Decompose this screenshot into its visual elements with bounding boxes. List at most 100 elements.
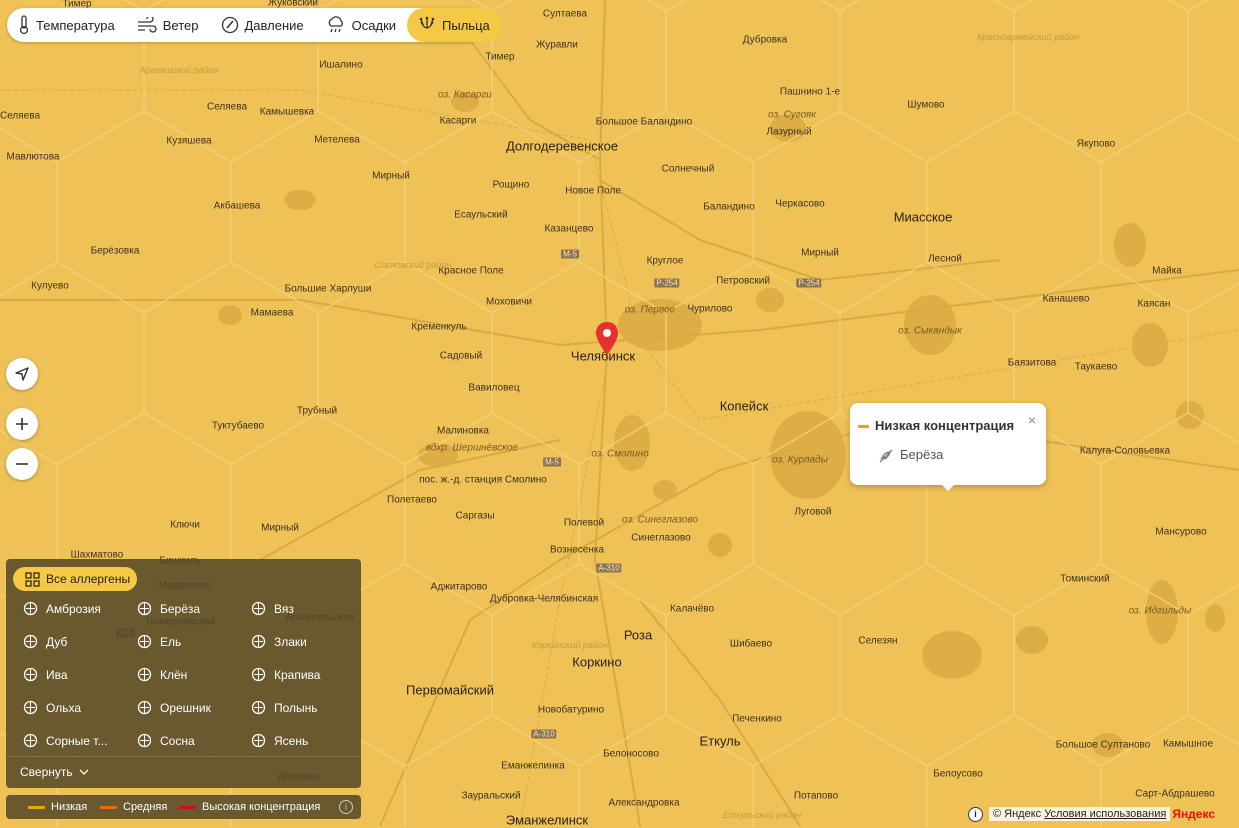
allergen-alder-button[interactable]: Ольха <box>22 699 81 716</box>
place-label: Кременкуль <box>411 321 467 333</box>
allergen-nettle-button[interactable]: Крапива <box>250 666 320 683</box>
place-label: Селяева <box>206 101 248 113</box>
location-pin-icon[interactable] <box>596 322 618 356</box>
plus-icon <box>16 418 28 430</box>
allergen-label: Ольха <box>46 700 81 715</box>
place-label: Шибаево <box>729 638 773 650</box>
allergen-label: Ясень <box>274 733 309 748</box>
allergen-label: Берёза <box>160 601 201 616</box>
road-shield: M-5 <box>561 249 579 259</box>
place-label: пос. ж.-д. станция Смолино <box>419 474 547 486</box>
place-label: Еткуль <box>699 733 741 749</box>
layer-precipitation-button[interactable]: Осадки <box>315 8 407 42</box>
place-label: Рощино <box>492 179 530 191</box>
birch-icon <box>879 449 893 463</box>
place-label: Мамаева <box>250 307 294 319</box>
place-label: Синеглазово <box>631 532 691 544</box>
place-label: Чурилово <box>687 303 733 315</box>
wormwood-icon <box>251 700 266 715</box>
water-label: оз. Смолино <box>591 448 649 460</box>
allergen-label: Злаки <box>274 634 307 649</box>
allergen-elm-button[interactable]: Вяз <box>250 600 294 617</box>
geolocation-button[interactable] <box>6 358 38 390</box>
place-label: Акбашева <box>213 200 261 212</box>
place-label: Берёзовка <box>90 245 140 257</box>
allergen-hazel-button[interactable]: Орешник <box>136 699 211 716</box>
minus-icon <box>16 463 28 465</box>
place-label: Первомайский <box>406 682 494 698</box>
allergen-grass-button[interactable]: Злаки <box>250 633 307 650</box>
place-label: Роза <box>623 627 653 643</box>
place-label: Луговой <box>794 506 832 518</box>
road-shield: P-254 <box>796 278 822 288</box>
navigation-arrow-icon <box>15 367 29 381</box>
place-label: Кулуево <box>31 280 69 292</box>
place-label: Садовый <box>439 350 483 362</box>
place-label: Трубный <box>296 405 338 417</box>
water-label: оз. Сыкандык <box>898 325 962 337</box>
willow-icon <box>23 667 38 682</box>
allergen-maple-button[interactable]: Клён <box>136 666 187 683</box>
allergen-wormwood-button[interactable]: Полынь <box>250 699 318 716</box>
layer-wind-button[interactable]: Ветер <box>126 8 210 42</box>
elm-icon <box>251 601 266 616</box>
pressure-gauge-icon <box>221 16 238 34</box>
info-icon[interactable]: i <box>968 806 983 822</box>
allergen-spruce-button[interactable]: Ель <box>136 633 181 650</box>
zoom-in-button[interactable] <box>6 408 38 440</box>
place-label: Мирный <box>261 522 299 534</box>
place-label: Новобатурино <box>537 704 605 716</box>
close-icon[interactable]: × <box>1028 412 1036 428</box>
copyright-bar: i © Яндекс Условия использования Яндекс <box>964 804 1239 824</box>
allergen-willow-button[interactable]: Ива <box>22 666 68 683</box>
birch-icon <box>137 601 152 616</box>
oak-icon <box>23 634 38 649</box>
place-label: Круглое <box>646 255 684 267</box>
allergen-pine-button[interactable]: Сосна <box>136 732 195 749</box>
terms-link[interactable]: Условия использования <box>1044 808 1166 820</box>
layer-pressure-button[interactable]: Давление <box>210 8 315 42</box>
layer-wind-label: Ветер <box>162 17 199 33</box>
info-icon[interactable]: i <box>339 800 353 814</box>
allergen-label: Ель <box>160 634 182 649</box>
allergen-label: Амброзия <box>46 601 101 616</box>
layer-switcher: Температура Ветер Давление Осадки Пыльца <box>7 8 501 42</box>
place-label: Пашнино 1-е <box>779 86 841 98</box>
allergen-ash-button[interactable]: Ясень <box>250 732 308 749</box>
layer-pollen-button[interactable]: Пыльца <box>407 8 501 42</box>
place-label: Малиновка <box>437 425 489 437</box>
nettle-icon <box>251 667 266 682</box>
place-label: Томинский <box>1060 573 1110 585</box>
allergen-oak-button[interactable]: Дуб <box>22 633 67 650</box>
allergen-label: Клён <box>160 667 188 682</box>
allergen-label: Дуб <box>46 634 68 649</box>
grid-icon <box>25 571 40 587</box>
allergen-panel: Все аллергены Амброзия Берёза Вяз Дуб Ель Зла… <box>6 559 361 788</box>
place-label: Касарги <box>439 115 477 127</box>
region-label: Еткульский район <box>722 810 802 820</box>
copyright-text: © Яндекс Условия использования <box>989 807 1171 821</box>
place-label: Есаульский <box>454 209 508 221</box>
all-allergens-button[interactable]: Все аллергены <box>13 567 137 591</box>
road-shield: A-310 <box>596 563 622 573</box>
region-label: Сосновский район <box>374 260 452 270</box>
layer-temperature-button[interactable]: Температура <box>7 8 126 42</box>
place-label: Дубровка-Челябинская <box>489 593 599 605</box>
pollen-icon <box>419 16 435 29</box>
place-label: Майка <box>1152 265 1182 277</box>
collapse-button[interactable]: Свернуть <box>20 765 89 779</box>
place-label: Ишалино <box>319 59 363 71</box>
allergen-birch-button[interactable]: Берёза <box>136 600 200 617</box>
place-label: Копейск <box>719 398 769 414</box>
place-label: Каясан <box>1137 298 1171 310</box>
concentration-popup: Низкая концентрация × Берёза <box>850 403 1046 491</box>
ash-icon <box>251 733 266 748</box>
allergen-ambrosia-button[interactable]: Амброзия <box>22 600 101 617</box>
zoom-out-button[interactable] <box>6 448 38 480</box>
place-label: Сарт-Абдрашево <box>1135 788 1215 800</box>
place-label: Моховичи <box>485 296 533 308</box>
water-label: оз. Касарги <box>438 89 492 101</box>
spruce-icon <box>137 634 152 649</box>
all-allergens-label: Все аллергены <box>46 572 131 586</box>
allergen-weeds-button[interactable]: Сорные т... <box>22 732 107 749</box>
